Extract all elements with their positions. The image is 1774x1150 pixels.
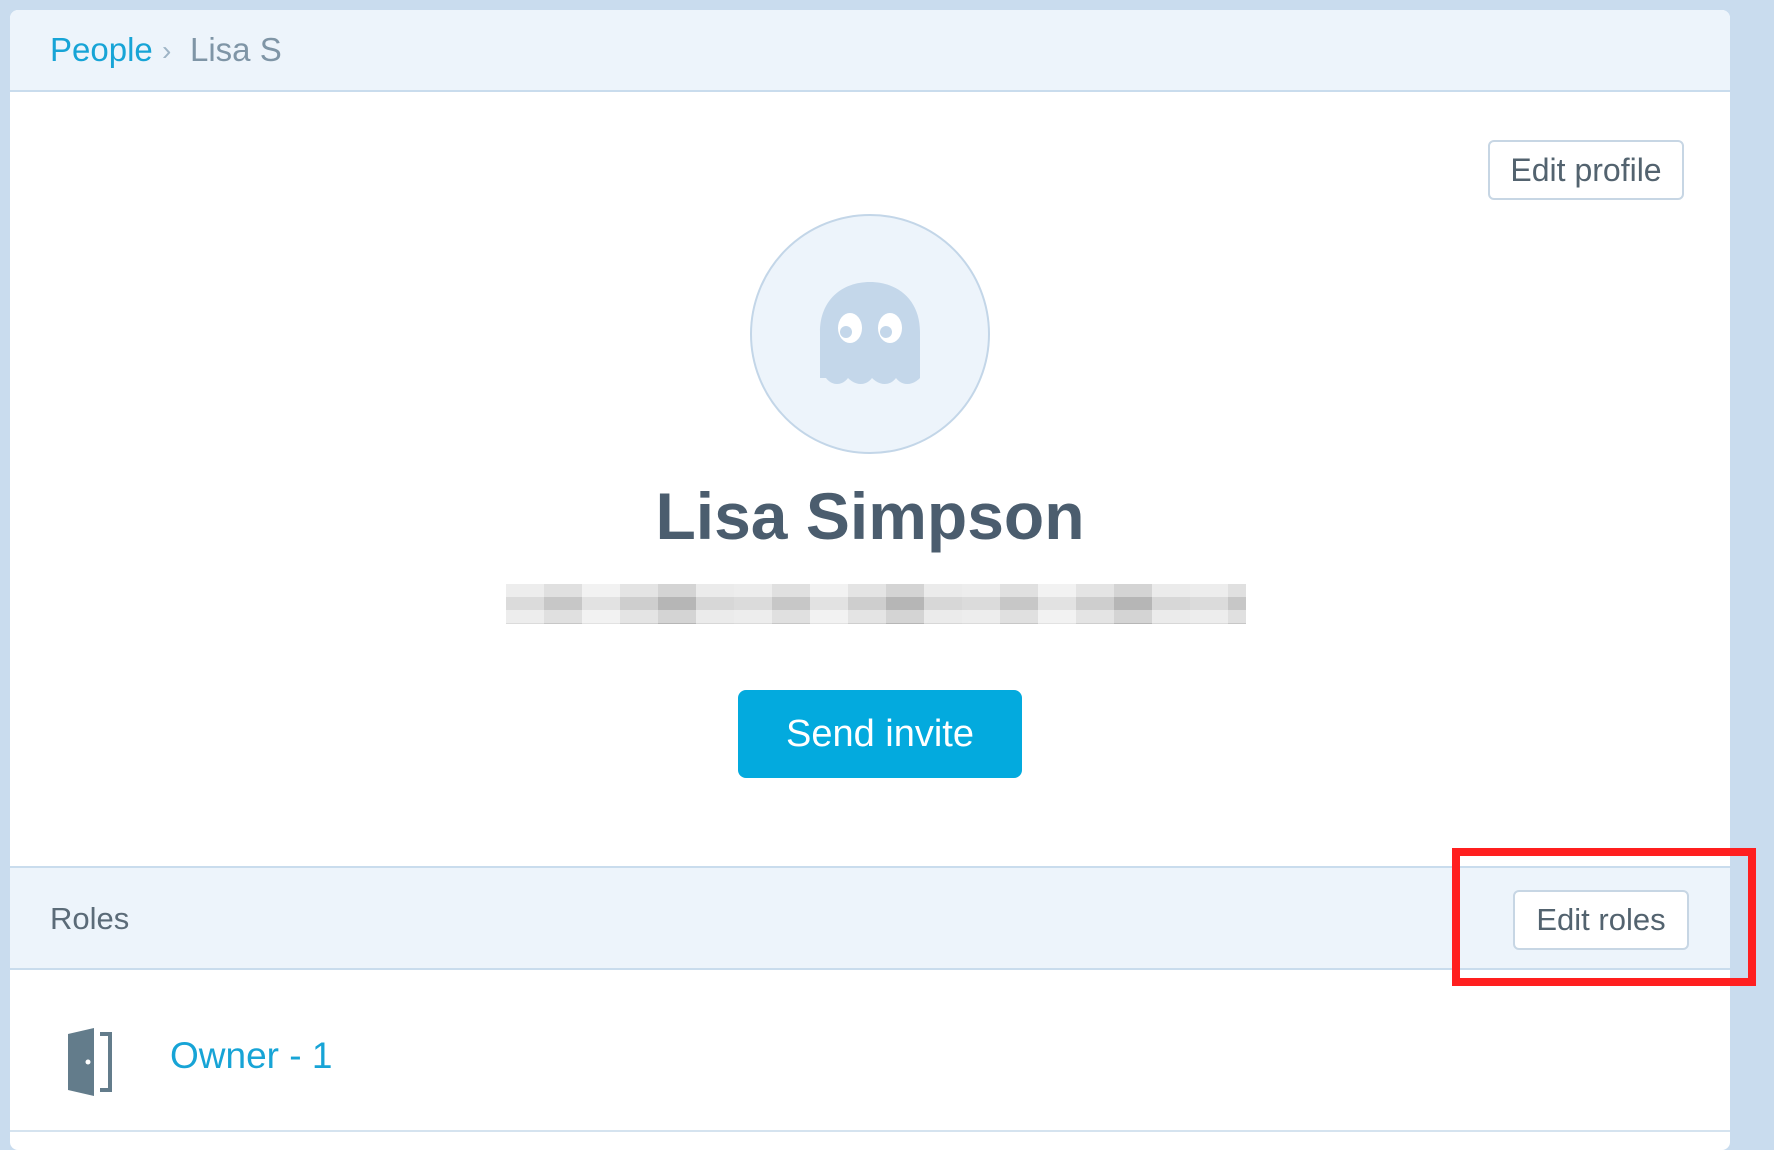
send-invite-button[interactable]: Send invite	[738, 690, 1022, 778]
breadcrumb: People › Lisa S	[10, 10, 1730, 92]
profile-panel: People › Lisa S Edit profile Lisa Simpso…	[10, 10, 1730, 1150]
breadcrumb-current: Lisa S	[190, 31, 282, 68]
breadcrumb-people-link[interactable]: People	[50, 30, 153, 70]
roles-title: Roles	[50, 901, 130, 936]
edit-profile-button[interactable]: Edit profile	[1488, 140, 1684, 200]
roles-header: Roles Edit roles	[10, 866, 1730, 970]
door-icon	[68, 1028, 112, 1096]
role-link-owner[interactable]: Owner - 1	[170, 1034, 332, 1078]
list-item: Owner - 1	[10, 970, 1730, 1134]
edit-roles-button[interactable]: Edit roles	[1513, 890, 1689, 950]
chevron-right-icon: ›	[162, 35, 172, 66]
avatar	[750, 214, 990, 454]
ghost-icon	[820, 282, 920, 384]
email-redacted	[506, 584, 1246, 624]
person-name: Lisa Simpson	[655, 479, 1085, 553]
